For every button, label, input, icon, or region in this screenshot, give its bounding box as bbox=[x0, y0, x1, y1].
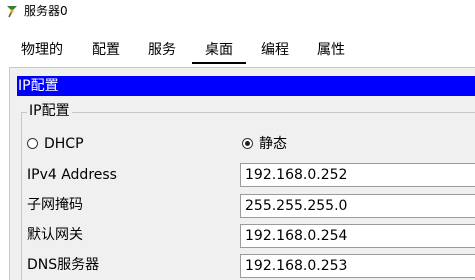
tab-desktop[interactable]: 桌面 bbox=[192, 40, 246, 64]
tab-physical[interactable]: 物理的 bbox=[14, 40, 70, 62]
default-gateway-input[interactable] bbox=[240, 224, 475, 248]
static-radio[interactable]: 静态 bbox=[242, 136, 287, 152]
title-bar: 服务器0 bbox=[0, 0, 475, 26]
ipv4-address-label: IPv4 Address bbox=[27, 167, 117, 183]
ip-config-group-title: IP配置 bbox=[27, 102, 72, 120]
ip-config-header-label: IP配置 bbox=[18, 78, 59, 94]
subnet-mask-input[interactable] bbox=[240, 194, 475, 218]
server-window: 服务器0 物理的 配置 服务 桌面 编程 属性 IP配置 IP配置 DHCP 静… bbox=[0, 0, 475, 280]
static-radio-circle[interactable] bbox=[242, 138, 253, 149]
dhcp-radio-label: DHCP bbox=[44, 136, 84, 152]
tab-attributes[interactable]: 属性 bbox=[309, 40, 353, 62]
tab-services[interactable]: 服务 bbox=[140, 40, 184, 62]
tab-bar: 物理的 配置 服务 桌面 编程 属性 bbox=[0, 26, 475, 66]
dns-server-label: DNS服务器 bbox=[27, 257, 100, 273]
tab-config[interactable]: 配置 bbox=[84, 40, 128, 62]
ipv4-address-input[interactable] bbox=[240, 163, 475, 187]
app-icon bbox=[7, 6, 17, 18]
default-gateway-label: 默认网关 bbox=[27, 227, 83, 243]
window-title: 服务器0 bbox=[24, 4, 68, 18]
static-radio-label: 静态 bbox=[259, 136, 287, 152]
dhcp-radio[interactable]: DHCP bbox=[27, 136, 84, 152]
tab-programming[interactable]: 编程 bbox=[253, 40, 297, 62]
dhcp-radio-circle[interactable] bbox=[27, 138, 38, 149]
dns-server-input[interactable] bbox=[240, 254, 475, 278]
ip-config-header: IP配置 bbox=[17, 76, 475, 96]
subnet-mask-label: 子网掩码 bbox=[27, 197, 83, 213]
